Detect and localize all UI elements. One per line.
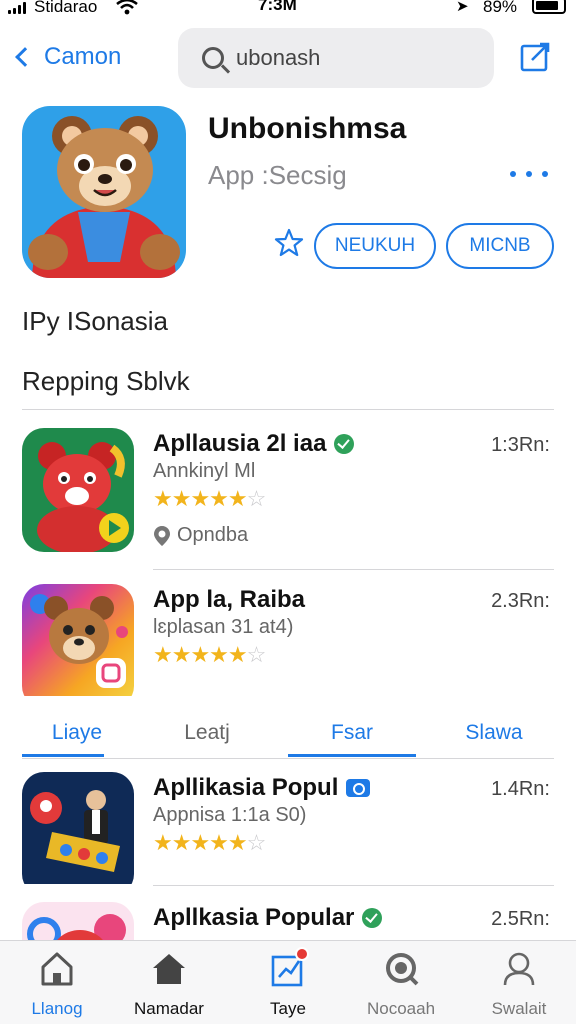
verified-check-icon bbox=[362, 908, 383, 928]
time-label: 2.3Rn: bbox=[491, 590, 550, 612]
chevron-left-icon bbox=[15, 47, 35, 67]
divider bbox=[22, 758, 554, 759]
app-name: Apllikasia Popul bbox=[153, 774, 371, 802]
ellipsis-icon bbox=[510, 171, 516, 177]
carrier-name: Stidarao bbox=[34, 0, 98, 16]
verified-check-icon bbox=[334, 434, 355, 454]
battery-icon bbox=[532, 0, 566, 14]
divider bbox=[153, 569, 554, 570]
bottom-tab-bar: Llanog Namadar Taye Nocoaah Swalait bbox=[0, 940, 576, 1024]
status-time: 7:3M bbox=[258, 0, 297, 14]
status-bar: Stidarao 7:3M ➤ 89% bbox=[0, 0, 576, 20]
time-label: 2.5Rn: bbox=[491, 908, 550, 930]
app-name: App la, Raiba bbox=[153, 586, 306, 613]
battery-percentage: 89% bbox=[483, 0, 518, 16]
tab-bar-item-search[interactable]: Nocoaah bbox=[346, 947, 456, 1021]
tab-liaye[interactable]: Liaye bbox=[22, 708, 132, 758]
time-label: 1:3Rn: bbox=[491, 434, 550, 456]
tab-bar-item-taye[interactable]: Taye bbox=[233, 947, 343, 1021]
wifi-icon bbox=[116, 0, 138, 15]
secondary-action-button[interactable]: MICNB bbox=[446, 223, 554, 269]
star-rating: ★★★★★☆ bbox=[153, 486, 266, 511]
search-icon bbox=[386, 953, 419, 986]
app-icon-red-bear bbox=[22, 428, 134, 552]
tab-leatj[interactable]: Leatj bbox=[152, 708, 262, 758]
map-pin-icon bbox=[154, 525, 170, 546]
location-arrow-icon: ➤ bbox=[456, 0, 469, 15]
time-label: 1.4Rn: bbox=[491, 778, 550, 800]
divider bbox=[22, 409, 554, 410]
tab-bar-item-profile[interactable]: Swalait bbox=[464, 947, 574, 1021]
search-input[interactable] bbox=[236, 45, 476, 71]
segment-tabs: Liaye Leatj Fsar Slawa bbox=[22, 708, 554, 758]
compose-icon[interactable] bbox=[520, 40, 552, 72]
house-filled-icon bbox=[153, 954, 185, 984]
app-list-item[interactable]: Apllikasia Popul Appnisa 1:1a S0) ★★★★★☆… bbox=[0, 772, 576, 912]
tab-underline bbox=[22, 754, 104, 757]
app-subtitle: App :Secsig bbox=[208, 160, 347, 190]
location-row: Opndba bbox=[153, 524, 248, 547]
back-button[interactable]: Camon bbox=[12, 38, 121, 76]
section-heading: Repping Sblvk bbox=[22, 366, 190, 396]
divider bbox=[153, 885, 554, 886]
tag-icon bbox=[346, 779, 371, 797]
search-icon bbox=[202, 47, 224, 69]
cellular-signal-icon bbox=[8, 2, 26, 14]
app-subtitle: Appnisa 1:1a S0) bbox=[153, 804, 307, 826]
app-icon-bear bbox=[22, 106, 186, 278]
search-bar[interactable] bbox=[178, 28, 494, 88]
app-icon-rainbow-bear bbox=[22, 584, 134, 708]
star-rating: ★★★★★☆ bbox=[153, 642, 266, 667]
more-options-button[interactable] bbox=[506, 160, 554, 188]
star-rating: ★★★★★☆ bbox=[153, 830, 266, 855]
app-subtitle: lɛplasan 31 at4) bbox=[153, 616, 294, 638]
back-button-label: Camon bbox=[44, 43, 122, 70]
person-icon bbox=[503, 952, 535, 986]
tab-slawa[interactable]: Slawa bbox=[434, 708, 554, 758]
home-icon bbox=[41, 952, 73, 986]
favorite-star-icon[interactable] bbox=[274, 228, 304, 258]
notification-badge bbox=[295, 947, 309, 961]
tab-bar-item-namadar[interactable]: Namadar bbox=[114, 947, 224, 1021]
app-icon-game-controller bbox=[22, 772, 134, 896]
app-list-item[interactable]: App la, Raiba lɛplasan 31 at4) ★★★★★☆ 2.… bbox=[0, 584, 576, 724]
tab-bar-item-home[interactable]: Llanog bbox=[2, 947, 112, 1021]
app-name: Apllausia 2l iaa bbox=[153, 430, 355, 458]
primary-action-button[interactable]: NEUKUH bbox=[314, 223, 436, 269]
app-title: Unbonishmsa bbox=[208, 112, 407, 145]
tab-underline bbox=[288, 754, 416, 757]
section-label: IPy ISonasia bbox=[22, 306, 168, 336]
app-name: Apllkasia Popular bbox=[153, 904, 383, 932]
app-subtitle: Annkinyl Ml bbox=[153, 460, 256, 482]
tab-fsar[interactable]: Fsar bbox=[290, 708, 414, 758]
app-list-item[interactable]: Apllausia 2l iaa Annkinyl Ml ★★★★★☆ 1:3R… bbox=[0, 428, 576, 568]
